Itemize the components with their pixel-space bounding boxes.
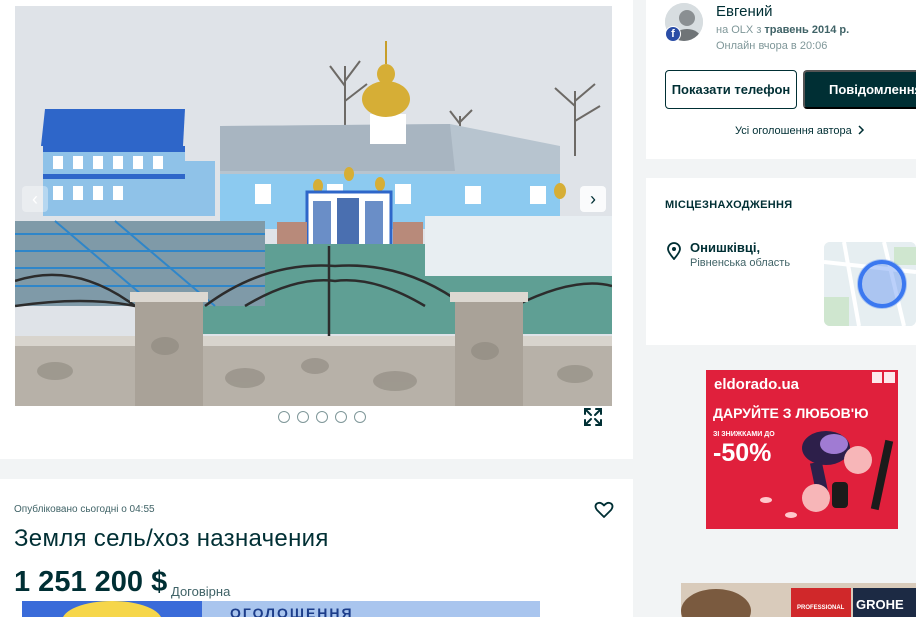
eldorado-headline: ДАРУЙТЕ З ЛЮБОВ'Ю xyxy=(713,404,869,421)
seller-last-online: Онлайн вчора в 20:06 xyxy=(716,40,828,52)
location-pin-icon xyxy=(667,242,681,260)
listing-title: Земля сель/хоз назначения xyxy=(14,525,329,552)
seller-since-prefix: на OLX з xyxy=(716,24,762,36)
seller-card: f Евгений на OLX з травень 2014 р. Онлай… xyxy=(646,0,916,159)
chevron-right-icon: › xyxy=(590,188,596,209)
listing-photo[interactable] xyxy=(15,6,612,406)
eldorado-ad-graphic: eldorado.ua ДАРУЙТЕ З ЛЮБОВ'Ю ЗІ ЗНИЖКАМ… xyxy=(706,370,898,529)
seller-name[interactable]: Евгений xyxy=(716,3,773,20)
listing-details-card: Опубліковано сьогодні о 04:55 Земля сель… xyxy=(0,479,633,617)
all-seller-ads-link[interactable]: Усі оголошення автора xyxy=(735,125,865,137)
seller-since: на OLX з травень 2014 р. xyxy=(716,24,849,36)
promo-banner-text: ОГОЛОШЕННЯ xyxy=(230,605,354,617)
message-button[interactable]: Повідомлення xyxy=(803,70,916,109)
photo-pagination xyxy=(278,411,366,423)
eldorado-discount: -50% xyxy=(713,439,771,467)
pagination-dot[interactable] xyxy=(335,411,347,423)
eldorado-advertisement[interactable]: eldorado.ua ДАРУЙТЕ З ЛЮБОВ'Ю ЗІ ЗНИЖКАМ… xyxy=(706,370,898,529)
posted-date: Опубліковано сьогодні о 04:55 xyxy=(14,504,155,515)
grohe-brand: GROHE xyxy=(856,597,904,612)
heart-icon xyxy=(594,501,614,518)
pagination-dot[interactable] xyxy=(278,411,290,423)
show-phone-button[interactable]: Показати телефон xyxy=(665,70,797,109)
promo-banner[interactable]: ОГОЛОШЕННЯ xyxy=(22,601,540,617)
facebook-icon: f xyxy=(665,26,681,42)
map-thumbnail xyxy=(824,242,916,326)
pagination-dot[interactable] xyxy=(316,411,328,423)
location-city: Онишківці, xyxy=(690,240,761,255)
previous-photo-button[interactable]: ‹ xyxy=(22,186,48,212)
eldorado-logo: eldorado.ua xyxy=(714,376,800,393)
expand-icon xyxy=(584,408,602,426)
pagination-dot[interactable] xyxy=(354,411,366,423)
grohe-ad-graphic: PROFESSIONAL GROHE xyxy=(681,583,916,617)
chevron-right-icon xyxy=(858,125,864,135)
all-seller-ads-label: Усі оголошення автора xyxy=(735,125,852,137)
negotiable-label: Договірна xyxy=(171,584,231,599)
seller-since-date: травень 2014 р. xyxy=(764,24,850,36)
grohe-advertisement[interactable]: PROFESSIONAL GROHE xyxy=(681,583,916,617)
pagination-dot[interactable] xyxy=(297,411,309,423)
next-photo-button[interactable]: › xyxy=(580,186,606,212)
eldorado-small-text: ЗІ ЗНИЖКАМИ ДО xyxy=(713,431,775,438)
location-map[interactable] xyxy=(824,242,916,326)
location-heading: МІСЦЕЗНАХОДЖЕННЯ xyxy=(665,199,793,211)
favorite-button[interactable] xyxy=(594,500,614,520)
chevron-left-icon: ‹ xyxy=(32,188,38,209)
church-photo-illustration xyxy=(15,6,612,406)
location-card: МІСЦЕЗНАХОДЖЕННЯ Онишківці, Рівненська о… xyxy=(646,178,916,345)
grohe-tag: PROFESSIONAL xyxy=(797,605,845,611)
listing-price: 1 251 200 $ xyxy=(14,566,168,598)
location-region: Рівненська область xyxy=(690,257,791,269)
fullscreen-button[interactable] xyxy=(582,406,604,428)
gallery-card: ‹ › xyxy=(0,0,633,459)
